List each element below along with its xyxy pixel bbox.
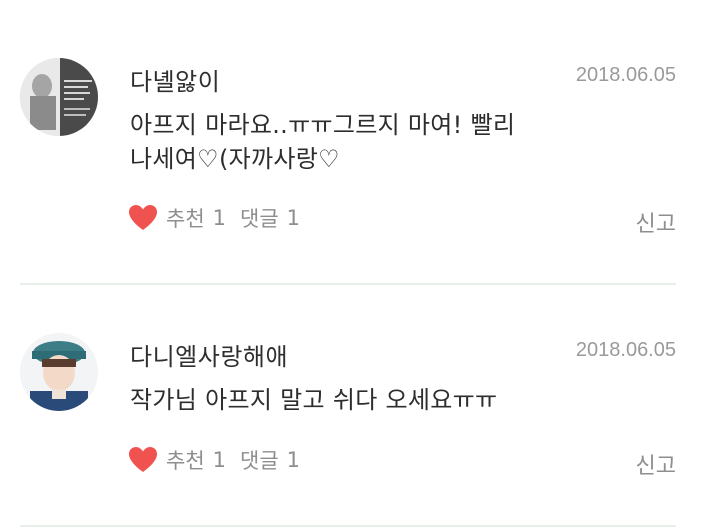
comment-date: 2018.06.05 — [575, 64, 676, 86]
reply-count: 1 — [286, 448, 301, 472]
like-count: 1 — [212, 448, 227, 472]
comment-body-line: 나세여♡(자까사랑♡ — [130, 145, 340, 173]
comment-author[interactable]: 다니엘사랑해애 — [130, 337, 288, 372]
comment-actions: 추천 1 댓글 1 — [128, 445, 300, 475]
comment-body: 아프지 마라요..ㅠㅠ그르지 마여! 빨리 나세여♡(자까사랑♡ — [130, 108, 570, 176]
avatar-image — [20, 58, 98, 136]
divider — [20, 525, 676, 527]
like-label[interactable]: 추천 — [166, 445, 205, 475]
reply-label[interactable]: 댓글 — [240, 203, 279, 233]
report-button[interactable]: 신고 — [636, 448, 676, 480]
avatar-image — [20, 333, 98, 411]
avatar[interactable] — [20, 333, 98, 411]
avatar[interactable] — [20, 58, 98, 136]
comment-item: 다니엘사랑해애 2018.06.05 작가님 아프지 말고 쉬다 오세요ㅠㅠ 추… — [0, 285, 708, 530]
comment-author[interactable]: 다녤앓이 — [130, 62, 220, 97]
heart-icon[interactable] — [128, 446, 158, 474]
comment-body: 작가님 아프지 말고 쉬다 오세요ㅠㅠ — [130, 383, 570, 417]
comment-actions: 추천 1 댓글 1 — [128, 203, 300, 233]
like-count: 1 — [212, 206, 227, 230]
reply-count: 1 — [286, 206, 301, 230]
like-label[interactable]: 추천 — [166, 203, 205, 233]
report-button[interactable]: 신고 — [636, 206, 676, 238]
reply-label[interactable]: 댓글 — [240, 445, 279, 475]
comment-date: 2018.06.05 — [575, 339, 676, 361]
comment-item: 다녤앓이 2018.06.05 아프지 마라요..ㅠㅠ그르지 마여! 빨리 나세… — [0, 0, 708, 285]
heart-icon[interactable] — [128, 204, 158, 232]
comment-body-line: 작가님 아프지 말고 쉬다 오세요ㅠㅠ — [130, 386, 498, 414]
comment-body-line: 아프지 마라요..ㅠㅠ그르지 마여! 빨리 — [130, 111, 516, 139]
